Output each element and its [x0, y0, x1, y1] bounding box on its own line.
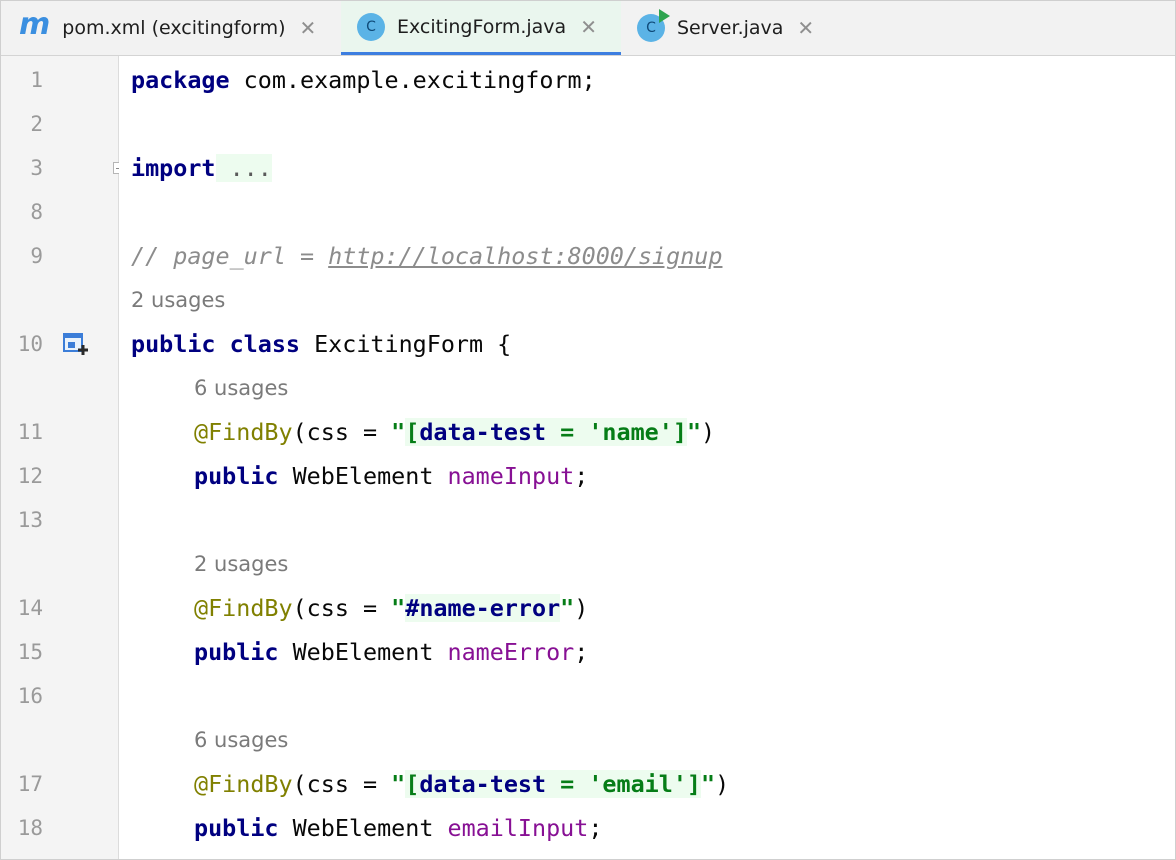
code-line-3: import ... [131, 146, 272, 190]
line-number: 10 [17, 332, 43, 356]
line-number: 14 [17, 596, 43, 620]
css-selector: [data-test = 'name'] [405, 418, 687, 446]
type-name: WebElement [278, 814, 448, 842]
annotation-arg: (css = [292, 418, 392, 446]
string-quote: " [391, 418, 406, 446]
close-icon[interactable]: ✕ [797, 18, 814, 38]
code-line-11: @FindBy(css = "[data-test = 'name']") [194, 410, 715, 454]
annotation: @FindBy [194, 594, 293, 622]
line-number: 9 [30, 244, 43, 268]
line-number: 16 [17, 684, 43, 708]
page-url-link[interactable]: http://localhost:8000/signup [328, 242, 722, 270]
selector-part: [ [405, 770, 420, 798]
code-line-9: // page_url = http://localhost:8000/sign… [131, 234, 722, 278]
tab-label: ExcitingForm.java [397, 15, 567, 38]
line-number: 17 [17, 772, 43, 796]
selector-part: [ [405, 418, 420, 446]
semicolon: ; [574, 638, 589, 666]
annotation: @FindBy [194, 418, 293, 446]
line-number: 15 [17, 640, 43, 664]
string-quote: " [560, 594, 575, 622]
selector-part: ] [686, 770, 702, 798]
keyword: package [131, 66, 230, 94]
string-quote: " [686, 418, 702, 446]
close-icon[interactable]: ✕ [300, 18, 317, 38]
semicolon: ; [574, 462, 589, 490]
field-name: nameInput [447, 462, 575, 490]
code-line-14: @FindBy(css = "#name-error") [194, 586, 588, 630]
paren: ) [574, 594, 589, 622]
usages-hint[interactable]: 6 usages [194, 718, 288, 762]
keyword: import [131, 154, 216, 182]
semicolon: ; [588, 814, 603, 842]
java-class-icon-letter: C [366, 18, 376, 35]
css-selector: #name-error [405, 594, 561, 622]
code-line-1: package com.example.excitingform; [131, 58, 596, 102]
annotation: @FindBy [194, 770, 293, 798]
selector-value: 'name' [588, 418, 673, 446]
string-quote: " [391, 594, 406, 622]
line-number: 8 [30, 200, 43, 224]
annotation-arg: (css = [292, 594, 392, 622]
tab-label: Server.java [677, 17, 784, 39]
tab-server-java[interactable]: C Server.java ✕ [637, 1, 837, 55]
selector-part: ] [672, 418, 687, 446]
code-line-10: public class ExcitingForm { [131, 322, 511, 366]
java-run-class-icon: C [637, 9, 670, 42]
usages-hint[interactable]: 2 usages [194, 542, 288, 586]
editor-gutter[interactable]: 1 2 3 8 9 10 11 12 13 14 15 16 17 18 [1, 56, 125, 859]
comment: // page_url = [131, 242, 329, 270]
package-name: com.example.excitingform; [229, 66, 596, 94]
keyword: public [194, 462, 279, 490]
line-number: 1 [30, 68, 43, 92]
line-number: 3 [30, 156, 43, 180]
java-class-icon: C [357, 12, 385, 41]
annotation-arg: (css = [292, 770, 392, 798]
tab-label: pom.xml (excitingform) [62, 17, 286, 39]
field-name: nameError [447, 638, 575, 666]
selector-attr: data-test [419, 770, 547, 798]
selector-part: = [546, 770, 589, 798]
maven-m-icon: m [19, 7, 51, 42]
keyword: public [194, 638, 279, 666]
close-icon[interactable]: ✕ [580, 17, 597, 37]
line-number: 18 [17, 816, 43, 840]
line-number: 13 [17, 508, 43, 532]
keyword: public [131, 330, 216, 358]
folded-imports[interactable]: ... [215, 154, 272, 182]
paren: ) [715, 770, 730, 798]
code-line-17: @FindBy(css = "[data-test = 'email']") [194, 762, 729, 806]
line-number: 2 [30, 112, 43, 136]
page-object-gutter-icon[interactable] [63, 333, 89, 357]
line-number: 11 [17, 420, 43, 444]
tab-excitingform-java[interactable]: C ExcitingForm.java ✕ [341, 1, 621, 55]
code-editor[interactable]: package com.example.excitingform; import… [119, 56, 1175, 859]
field-name: emailInput [447, 814, 589, 842]
paren: ) [701, 418, 716, 446]
type-name: WebElement [278, 638, 448, 666]
ide-window: m pom.xml (excitingform) ✕ C ExcitingFor… [0, 0, 1176, 860]
line-number: 12 [17, 464, 43, 488]
usages-hint[interactable]: 2 usages [131, 278, 225, 322]
usages-hint[interactable]: 6 usages [194, 366, 288, 410]
keyword: class [229, 330, 301, 358]
class-declaration: ExcitingForm { [300, 330, 512, 358]
editor-tab-bar: m pom.xml (excitingform) ✕ C ExcitingFor… [1, 1, 1175, 56]
code-line-12: public WebElement nameInput; [194, 454, 588, 498]
code-line-15: public WebElement nameError; [194, 630, 588, 674]
java-class-icon-letter: C [646, 20, 656, 36]
selector-value: 'email' [588, 770, 687, 798]
string-quote: " [391, 770, 406, 798]
selector-part: = [546, 418, 589, 446]
keyword: public [194, 814, 279, 842]
selector-attr: data-test [419, 418, 547, 446]
css-selector: [data-test = 'email'] [405, 770, 702, 798]
string-quote: " [701, 770, 716, 798]
code-line-18: public WebElement emailInput; [194, 806, 602, 850]
tab-pom-xml[interactable]: m pom.xml (excitingform) ✕ [19, 1, 339, 55]
type-name: WebElement [278, 462, 448, 490]
run-badge-icon [659, 9, 670, 23]
